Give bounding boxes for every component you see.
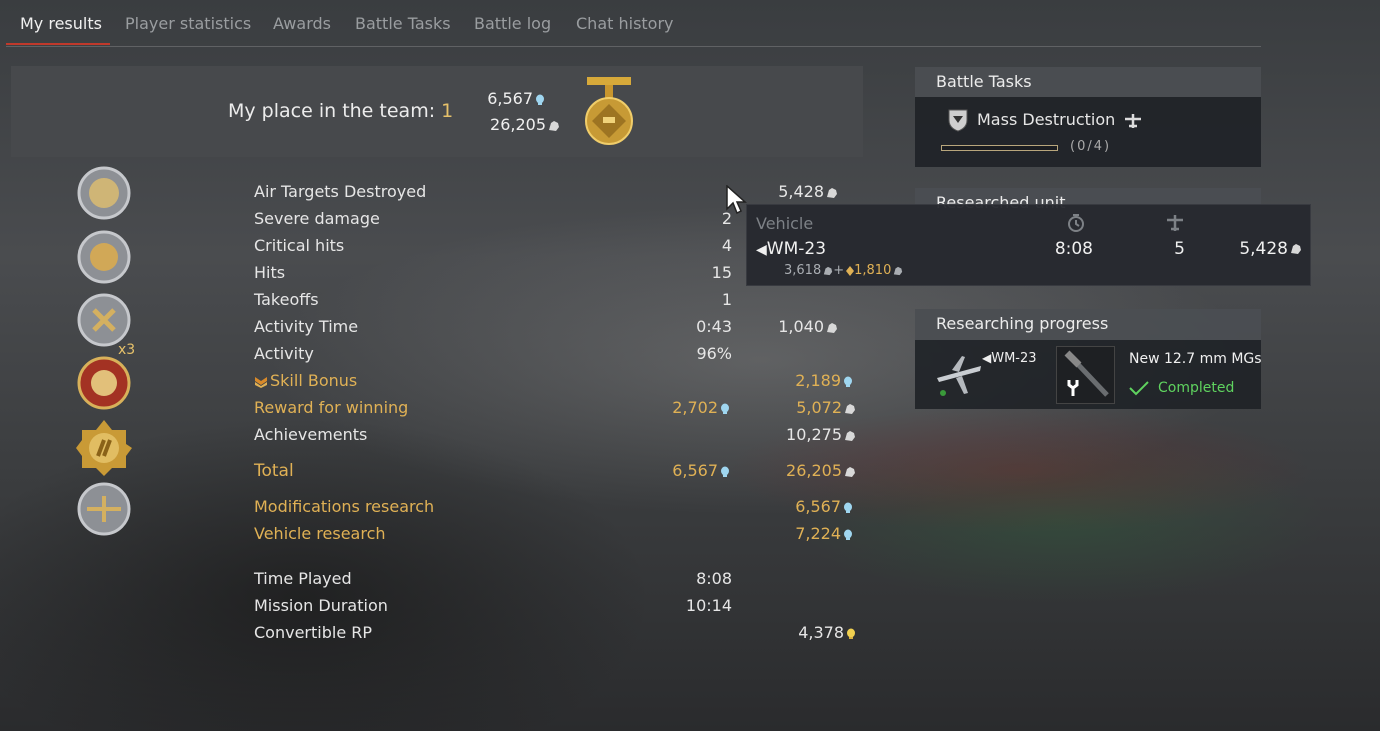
battle-tasks-header: Battle Tasks	[915, 67, 1261, 97]
award-medal-icon	[77, 230, 131, 284]
tooltip-breakdown: 3,618 +1,810	[784, 263, 903, 278]
row-value: 1	[721, 290, 732, 309]
researching-progress-header: Researching progress	[915, 309, 1261, 340]
module-status: Completed	[1128, 380, 1234, 396]
row-sl: 1,040	[728, 317, 838, 336]
vehicle-research-label: Vehicle research	[254, 524, 386, 543]
row-rp: 2,189	[743, 371, 853, 390]
row-label-skill-bonus: Skill Bonus	[254, 371, 357, 390]
tab-awards[interactable]: Awards	[273, 14, 331, 33]
tab-player-statistics[interactable]: Player statistics	[125, 14, 251, 33]
task-progress-text: (0/4)	[1070, 139, 1112, 154]
award-medal-icon	[77, 166, 131, 220]
silver-lions-icon	[549, 120, 559, 131]
silver-lions-icon	[894, 266, 903, 275]
tab-chat-history[interactable]: Chat history	[576, 14, 674, 33]
silver-lions-icon	[827, 187, 837, 198]
research-points-icon	[844, 529, 852, 540]
research-points-icon	[721, 466, 729, 477]
total-rp: 6,567	[630, 461, 730, 480]
row-sl: 10,275	[746, 425, 856, 444]
row-label: Reward for winning	[254, 398, 409, 417]
active-tab-indicator	[6, 43, 110, 45]
award-medal-icon	[77, 293, 131, 347]
silver-lions-icon	[827, 322, 837, 333]
medal-icon	[585, 77, 633, 145]
modifications-research-label: Modifications research	[254, 497, 435, 516]
time-played-value: 8:08	[696, 569, 732, 588]
time-played-label: Time Played	[254, 569, 352, 588]
module-thumbnail[interactable]	[1056, 346, 1115, 404]
row-label: Air Targets Destroyed	[254, 182, 427, 201]
research-points-icon	[844, 376, 852, 387]
researching-vehicle: ◀WM-23	[982, 351, 1037, 366]
row-value: 15	[711, 263, 732, 282]
tab-battle-log[interactable]: Battle log	[474, 14, 551, 33]
mission-duration-label: Mission Duration	[254, 596, 388, 615]
silver-lions-icon	[824, 266, 833, 275]
team-place-value: 1	[441, 100, 454, 122]
row-label: Achievements	[254, 425, 368, 444]
row-label: Activity	[254, 344, 314, 363]
silver-lions-icon	[845, 466, 855, 477]
premium-bonus-icon	[846, 265, 855, 276]
wrench-icon	[1067, 380, 1079, 396]
check-icon	[1129, 381, 1149, 396]
row-label: Critical hits	[254, 236, 345, 255]
plane-icon	[1125, 113, 1142, 128]
research-points-icon	[721, 403, 729, 414]
team-rp-total: 6,567	[455, 89, 545, 108]
plane-icon	[1167, 215, 1183, 231]
row-label: Hits	[254, 263, 286, 282]
module-name: New 12.7 mm MGs	[1129, 351, 1262, 367]
team-place-label: My place in the team: 1	[228, 100, 454, 122]
rank-chevron-icon	[255, 376, 267, 388]
row-value: 96%	[696, 344, 732, 363]
mission-duration-value: 10:14	[685, 596, 732, 615]
award-medal-icon	[77, 356, 131, 410]
row-label: Activity Time	[254, 317, 359, 336]
mouse-cursor-icon	[726, 185, 747, 215]
tooltip-vehicle: ◀WM-23	[756, 239, 827, 259]
award-medal-icon	[76, 420, 132, 476]
row-value: 2	[721, 209, 732, 228]
row-label: Takeoffs	[254, 290, 319, 309]
tab-battle-tasks[interactable]: Battle Tasks	[355, 14, 451, 33]
row-value: 0:43	[696, 317, 732, 336]
silver-lions-icon	[1291, 244, 1301, 254]
tooltip-header: Vehicle	[756, 214, 814, 233]
tooltip-time: 8:08	[1054, 239, 1093, 259]
clock-icon	[1068, 214, 1084, 232]
research-points-icon	[844, 502, 852, 513]
task-progress-bar	[941, 145, 1058, 151]
tooltip-sl: 5,428	[1207, 239, 1302, 259]
team-sl-total: 26,205	[470, 115, 560, 134]
award-multiplier: x3	[118, 342, 136, 358]
tab-my-results[interactable]: My results	[20, 14, 102, 33]
convertible-rp-label: Convertible RP	[254, 623, 373, 642]
tab-bar: My results Player statistics Awards Batt…	[6, 0, 1261, 47]
convertible-rp-value: 4,378	[746, 623, 856, 642]
row-value: 4	[721, 236, 732, 255]
row-label: Severe damage	[254, 209, 380, 228]
tooltip-kills: 5	[1174, 239, 1185, 259]
research-points-icon	[536, 94, 544, 105]
total-sl: 26,205	[746, 461, 856, 480]
total-label: Total	[254, 461, 294, 481]
plane-thumbnail-icon	[937, 356, 981, 396]
task-difficulty-icon	[948, 109, 968, 132]
vehicle-tooltip: Vehicle ◀WM-23 8:08 5 5,428 3,618 +1,810	[746, 204, 1311, 286]
row-rp: 2,702	[630, 398, 730, 417]
silver-lions-icon	[845, 403, 855, 414]
battle-task-name[interactable]: Mass Destruction	[977, 110, 1143, 129]
bulb-icon	[847, 628, 855, 639]
vehicle-research-value: 7,224	[743, 524, 853, 543]
row-sl: 5,072	[746, 398, 856, 417]
modifications-research-value: 6,567	[743, 497, 853, 516]
silver-lions-icon	[845, 430, 855, 441]
award-medal-icon	[77, 482, 131, 536]
